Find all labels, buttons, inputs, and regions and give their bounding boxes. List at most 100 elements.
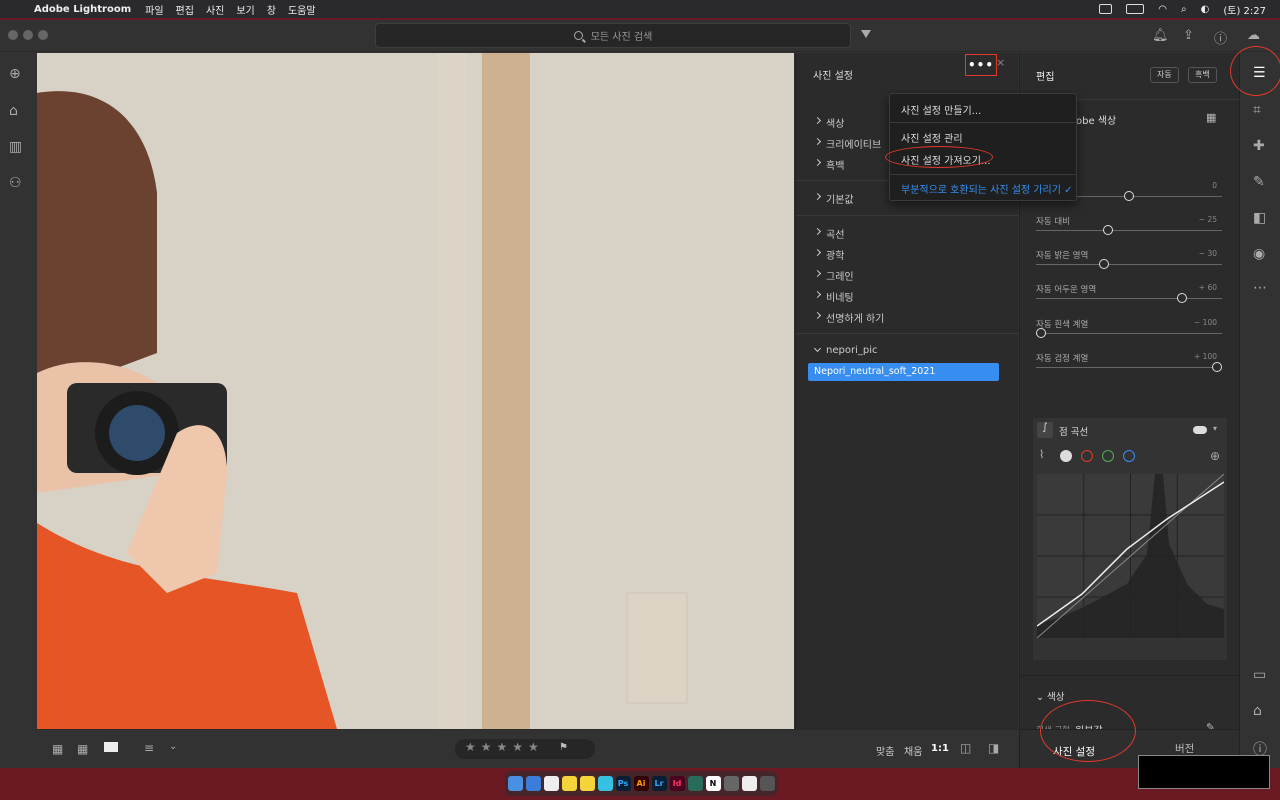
slider-track[interactable] xyxy=(1036,230,1222,231)
maps-icon[interactable] xyxy=(687,776,703,791)
photo-canvas[interactable] xyxy=(37,53,794,729)
lightroom-icon[interactable]: Lr xyxy=(651,776,667,791)
sort-icon[interactable]: ≡ xyxy=(144,741,154,755)
preset-group-vignette[interactable]: 비네팅 xyxy=(826,289,854,304)
slider-value[interactable]: − 100 xyxy=(1194,318,1217,327)
zoom-window-button[interactable] xyxy=(38,30,48,40)
menu-create-preset[interactable]: 사진 설정 만들기... xyxy=(901,102,981,117)
slider-value[interactable]: − 25 xyxy=(1199,215,1217,224)
curve-toggle[interactable] xyxy=(1193,426,1207,434)
help-icon[interactable]: ⓘ xyxy=(1214,28,1227,47)
menu-help[interactable]: 도움말 xyxy=(288,2,316,17)
slider-knob[interactable] xyxy=(1124,191,1134,201)
more-options-button[interactable]: ••• xyxy=(965,54,997,76)
battery-icon[interactable] xyxy=(1126,4,1145,14)
profile-browser-icon[interactable]: ▦ xyxy=(1206,111,1216,124)
slider-knob[interactable] xyxy=(1102,225,1113,235)
filter-icon[interactable] xyxy=(861,30,871,38)
library-icon[interactable]: ▥ xyxy=(9,139,22,155)
menu-file[interactable]: 파일 xyxy=(145,2,163,17)
zoom-fit[interactable]: 맞춤 xyxy=(876,743,894,758)
people-icon[interactable]: ⚇ xyxy=(9,175,22,191)
bw-button[interactable]: 흑백 xyxy=(1188,67,1217,83)
radial-gradient-icon[interactable]: ◉ xyxy=(1253,246,1265,262)
target-adjust-icon[interactable]: ⊕ xyxy=(1210,449,1220,463)
curve-graph[interactable] xyxy=(1036,473,1225,639)
menu-hide-partially-compatible[interactable]: 부분적으로 호환되는 사진 설정 가리기 ✓ xyxy=(901,181,1073,196)
blue-channel-icon[interactable] xyxy=(1123,450,1135,462)
clock[interactable]: (토) 2:27 xyxy=(1223,2,1266,17)
bell-icon[interactable]: 🔔︎ xyxy=(1152,28,1169,43)
preset-group-color[interactable]: 색상 xyxy=(826,115,844,130)
comment-icon[interactable]: ▭ xyxy=(1253,667,1266,683)
tag-icon[interactable]: ⌂ xyxy=(1253,703,1262,719)
star-rating[interactable]: ★★★★★ xyxy=(455,739,595,759)
slider-knob[interactable] xyxy=(1212,362,1222,372)
preset-group-sharpen[interactable]: 선명하게 하기 xyxy=(826,310,884,325)
menu-view[interactable]: 보기 xyxy=(236,2,254,17)
minimize-window-button[interactable] xyxy=(23,30,33,40)
photoshop-icon[interactable]: Ps xyxy=(615,776,631,791)
zoom-1to1[interactable]: 1:1 xyxy=(931,743,949,754)
appstore-icon[interactable] xyxy=(597,776,613,791)
curve-menu-icon[interactable]: ▾ xyxy=(1213,424,1217,433)
control-center-icon[interactable]: ◐ xyxy=(1201,4,1210,15)
slider-track[interactable] xyxy=(1036,333,1222,334)
healing-icon[interactable]: ✚ xyxy=(1253,138,1265,154)
zoom-fill[interactable]: 채움 xyxy=(904,743,922,758)
slider-knob[interactable] xyxy=(1036,328,1046,338)
red-channel-icon[interactable] xyxy=(1081,450,1093,462)
close-window-button[interactable] xyxy=(8,30,18,40)
linear-gradient-icon[interactable]: ◧ xyxy=(1253,210,1266,226)
app-menu[interactable]: Adobe Lightroom xyxy=(34,4,131,15)
preset-group-bw[interactable]: 흑백 xyxy=(826,157,844,172)
menu-edit[interactable]: 편집 xyxy=(176,2,194,17)
finder-icon[interactable] xyxy=(507,776,523,791)
slider-value[interactable]: + 100 xyxy=(1194,352,1217,361)
preset-group-default[interactable]: 기본값 xyxy=(826,191,854,206)
menu-manage-presets[interactable]: 사진 설정 관리 xyxy=(901,130,963,145)
close-presets-button[interactable]: × xyxy=(996,56,1005,69)
illustrator-icon[interactable]: Ai xyxy=(633,776,649,791)
preset-group-user[interactable]: nepori_pic xyxy=(826,345,877,356)
crop-icon[interactable]: ⌗ xyxy=(1253,102,1261,118)
parametric-curve-icon[interactable]: ⌇ xyxy=(1039,448,1044,461)
slider-track[interactable] xyxy=(1036,367,1222,368)
slider-value[interactable]: + 60 xyxy=(1199,283,1217,292)
cloud-icon[interactable]: ☁ xyxy=(1247,28,1260,43)
selected-preset[interactable]: Nepori_neutral_soft_2021 xyxy=(808,363,999,381)
preset-group-creative[interactable]: 크리에이티브 xyxy=(826,136,881,151)
compare-icon[interactable]: ◨ xyxy=(988,741,999,755)
calendar-icon[interactable] xyxy=(543,776,559,791)
slider-track[interactable] xyxy=(1036,264,1222,265)
sort-menu-icon[interactable]: ⌄ xyxy=(169,741,177,752)
slider-value[interactable]: 0 xyxy=(1212,181,1217,190)
notes-icon[interactable] xyxy=(561,776,577,791)
green-channel-icon[interactable] xyxy=(1102,450,1114,462)
before-after-icon[interactable]: ◫ xyxy=(960,741,971,755)
add-photos-icon[interactable]: ⊕ xyxy=(9,66,21,82)
status-icon[interactable] xyxy=(1099,4,1113,14)
search-input[interactable]: 모든 사진 검색 xyxy=(375,23,851,48)
slider-value[interactable]: − 30 xyxy=(1199,249,1217,258)
brush-icon[interactable]: ✎ xyxy=(1253,174,1265,190)
grid-large-icon[interactable]: ▦ xyxy=(52,742,63,756)
flag-icon[interactable]: ⚑ xyxy=(559,742,568,753)
home-icon[interactable]: ⌂ xyxy=(9,103,18,119)
slider-track[interactable] xyxy=(1036,298,1222,299)
kakaotalk-icon[interactable] xyxy=(579,776,595,791)
menu-window[interactable]: 창 xyxy=(267,2,276,17)
slider-knob[interactable] xyxy=(1099,259,1110,269)
document-icon[interactable] xyxy=(741,776,757,791)
preset-group-grain[interactable]: 그레인 xyxy=(826,268,854,283)
detail-view-icon[interactable] xyxy=(104,742,118,752)
grid-square-icon[interactable]: ▦ xyxy=(77,742,88,756)
more-tools-icon[interactable]: ⋯ xyxy=(1253,280,1267,296)
indesign-icon[interactable]: Id xyxy=(669,776,685,791)
wifi-icon[interactable]: ◠ xyxy=(1158,4,1167,15)
notion-icon[interactable]: N xyxy=(705,776,721,791)
slider-knob[interactable] xyxy=(1176,293,1187,303)
search-icon[interactable]: ⌕ xyxy=(1181,4,1187,15)
share-icon[interactable]: ⇪ xyxy=(1183,28,1194,43)
safari-icon[interactable] xyxy=(525,776,541,791)
